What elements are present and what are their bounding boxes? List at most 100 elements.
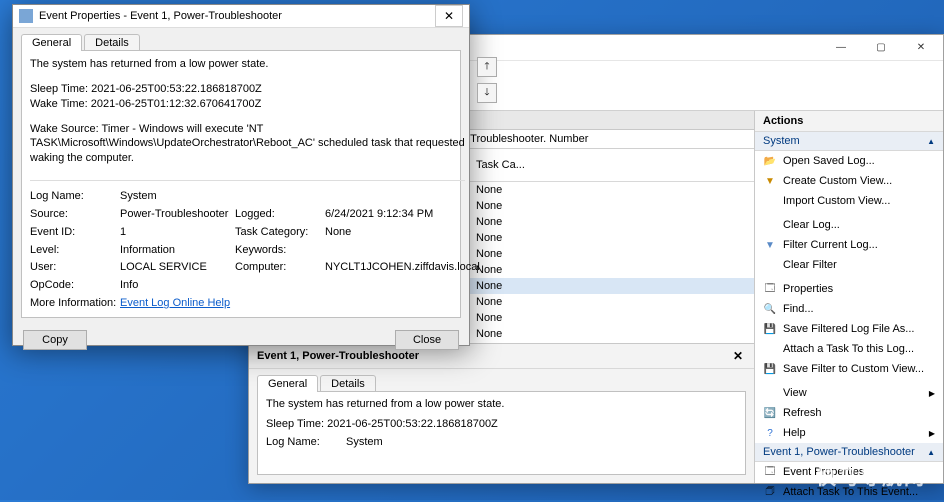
properties-grid: Log Name: System Source: Power-Troublesh…	[30, 189, 465, 311]
logname-value: System	[120, 189, 235, 204]
copy-button[interactable]: Copy	[23, 330, 87, 350]
action-label: View	[783, 387, 807, 399]
close-button[interactable]: Close	[395, 330, 459, 350]
opcode-value: Info	[120, 278, 235, 293]
maximize-button[interactable]: ▢	[861, 36, 901, 60]
nav-down-button[interactable]: 🡓	[477, 83, 497, 103]
action-icon	[763, 258, 777, 272]
collapse-icon: ▲	[927, 137, 935, 146]
close-button[interactable]: ✕	[901, 36, 941, 60]
action-label: Refresh	[783, 407, 822, 419]
action-item[interactable]: ▼ Create Custom View...	[755, 171, 943, 191]
online-help-link[interactable]: Event Log Online Help	[120, 297, 230, 309]
action-icon	[763, 194, 777, 208]
action-item[interactable]: ▼ Filter Current Log...	[755, 235, 943, 255]
preview-description: The system has returned from a low power…	[266, 398, 737, 410]
actions-section-system[interactable]: System ▲	[755, 132, 943, 151]
keywords-value	[325, 243, 465, 258]
action-item[interactable]: 📂 Open Saved Log...	[755, 151, 943, 171]
level-value: Information	[120, 243, 235, 258]
action-icon: ▼	[763, 238, 777, 252]
tab-details[interactable]: Details	[84, 34, 140, 51]
action-item[interactable]: 🗔Properties	[755, 279, 943, 299]
action-icon	[763, 342, 777, 356]
action-icon: ?	[763, 426, 777, 440]
action-label: Import Custom View...	[783, 195, 890, 207]
dlg-description: The system has returned from a low power…	[30, 57, 465, 72]
action-label: Find...	[783, 303, 814, 315]
action-icon: 🗔	[763, 282, 777, 296]
actions-pane: Actions System ▲ 📂 Open Saved Log... ▼ Crea…	[755, 111, 943, 483]
dialog-titlebar: Event Properties - Event 1, Power-Troubl…	[13, 5, 469, 28]
action-icon: 🔄	[763, 406, 777, 420]
action-icon: 🗔	[763, 465, 777, 479]
collapse-icon: ▲	[927, 448, 935, 457]
opcode-label: OpCode:	[30, 278, 120, 293]
action-item[interactable]: 🔍 Find...	[755, 299, 943, 319]
action-label: Clear Log...	[783, 219, 840, 231]
action-icon: 🗇	[763, 485, 777, 499]
action-icon: ▼	[763, 174, 777, 188]
action-item[interactable]: View ▶	[755, 383, 943, 403]
minimize-button[interactable]: —	[821, 36, 861, 60]
action-item[interactable]: Attach a Task To this Log...	[755, 339, 943, 359]
submenu-arrow-icon: ▶	[929, 389, 935, 398]
action-label: Save Filtered Log File As...	[783, 323, 914, 335]
action-label: Filter Current Log...	[783, 239, 878, 251]
level-label: Level:	[30, 243, 120, 258]
event-preview-pane: Event 1, Power-Troubleshooter ✕ General …	[249, 343, 754, 483]
action-icon: 💾	[763, 322, 777, 336]
dlg-sleep-time: Sleep Time: 2021-06-25T00:53:22.18681870…	[30, 82, 465, 97]
logname-label: Log Name:	[30, 189, 120, 204]
action-label: Open Saved Log...	[783, 155, 875, 167]
cell-task: None	[476, 328, 526, 340]
action-item[interactable]: Clear Log...	[755, 215, 943, 235]
eventid-value: 1	[120, 225, 235, 240]
preview-content: The system has returned from a low power…	[257, 391, 746, 475]
submenu-arrow-icon: ▶	[929, 429, 935, 438]
action-label: Save Filter to Custom View...	[783, 363, 924, 375]
nav-up-button[interactable]: 🡑	[477, 57, 497, 77]
action-item[interactable]: Clear Filter	[755, 255, 943, 275]
taskcat-label: Task Category:	[235, 225, 325, 240]
user-value: LOCAL SERVICE	[120, 260, 235, 275]
action-item[interactable]: 💾 Save Filter to Custom View...	[755, 359, 943, 379]
preview-close-button[interactable]: ✕	[730, 348, 746, 364]
action-label: Help	[783, 427, 806, 439]
preview-logname-value: System	[346, 436, 383, 448]
moreinfo-label: More Information:	[30, 296, 120, 311]
actions-section-event[interactable]: Event 1, Power-Troubleshooter ▲	[755, 443, 943, 462]
action-item[interactable]: 💾 Save Filtered Log File As...	[755, 319, 943, 339]
tab-general[interactable]: General	[257, 375, 318, 392]
action-icon: 📂	[763, 154, 777, 168]
preview-sleep-time: Sleep Time: 2021-06-25T00:53:22.18681870…	[266, 418, 737, 430]
tab-details[interactable]: Details	[320, 375, 376, 392]
action-icon	[763, 218, 777, 232]
preview-tabs: General Details	[249, 369, 754, 392]
action-item[interactable]: 🔄 Refresh	[755, 403, 943, 423]
action-item[interactable]: Import Custom View...	[755, 191, 943, 211]
computer-label: Computer:	[235, 260, 325, 275]
actions-header: Actions	[755, 111, 943, 132]
action-icon: 🔍	[763, 302, 777, 316]
tab-general[interactable]: General	[21, 34, 82, 51]
action-item[interactable]: ? Help ▶	[755, 423, 943, 443]
dialog-icon	[19, 9, 33, 23]
action-label: Create Custom View...	[783, 175, 892, 187]
eventid-label: Event ID:	[30, 225, 120, 240]
watermark: 快马导航网	[816, 461, 926, 490]
action-label: Attach a Task To this Log...	[783, 343, 914, 355]
preview-logname-label: Log Name:	[266, 436, 346, 448]
dialog-title: Event Properties - Event 1, Power-Troubl…	[39, 10, 435, 22]
keywords-label: Keywords:	[235, 243, 325, 258]
dialog-close-button[interactable]: ✕	[435, 5, 463, 27]
logged-label: Logged:	[235, 207, 325, 222]
action-label: Clear Filter	[783, 259, 837, 271]
user-label: User:	[30, 260, 120, 275]
event-properties-dialog: Event Properties - Event 1, Power-Troubl…	[12, 4, 470, 346]
computer-value: NYCLT1JCOHEN.ziffdavis.local	[325, 260, 465, 275]
dlg-wake-time: Wake Time: 2021-06-25T01:12:32.670641700…	[30, 97, 465, 112]
action-icon: 💾	[763, 362, 777, 376]
source-label: Source:	[30, 207, 120, 222]
source-value: Power-Troubleshooter	[120, 207, 235, 222]
